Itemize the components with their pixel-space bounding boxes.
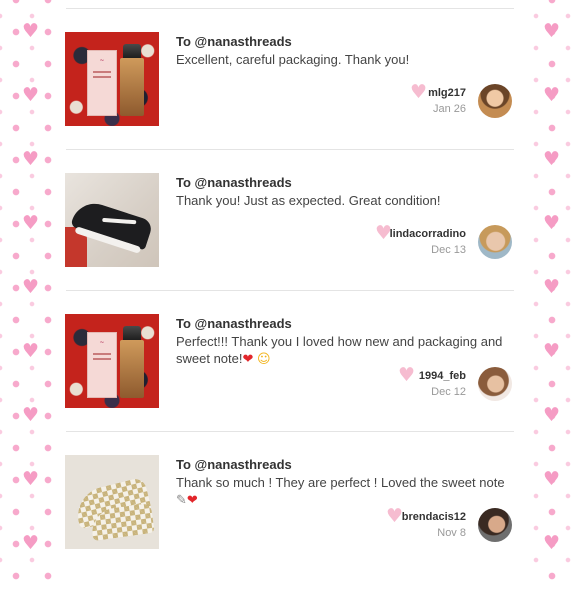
avatar[interactable] xyxy=(478,367,512,401)
reviews-panel: ~ To @nanasthreads Excellent, careful pa… xyxy=(52,0,528,580)
heart-icon[interactable]: ♥ xyxy=(410,83,427,102)
review-recipient: To @nanasthreads xyxy=(176,175,292,190)
red-heart-emoji-icon: ❤ xyxy=(242,352,254,367)
listing-thumbnail[interactable]: ~ xyxy=(65,314,159,408)
divider xyxy=(66,290,514,291)
listing-thumbnail[interactable]: ~ xyxy=(65,32,159,126)
makeup-box: ~ xyxy=(87,50,117,116)
heart-decoration-icon: ♥ xyxy=(22,340,40,362)
heart-decoration-icon: ♥ xyxy=(543,148,561,170)
review-date: Dec 13 xyxy=(431,244,466,256)
review-recipient: To @nanasthreads xyxy=(176,316,292,331)
review-card: To @nanasthreads Thank so much ! They ar… xyxy=(52,455,528,595)
heart-decoration-icon: ♥ xyxy=(22,404,40,426)
heart-decoration-icon: ♥ xyxy=(22,468,40,490)
brand-mark: ~ xyxy=(99,339,105,346)
foundation-bottle xyxy=(120,44,144,116)
divider xyxy=(66,431,514,432)
avatar[interactable] xyxy=(478,84,512,118)
foundation-bottle xyxy=(120,326,144,398)
review-message: Thank so much ! They are perfect ! Loved… xyxy=(176,475,505,508)
review-recipient: To @nanasthreads xyxy=(176,457,292,472)
reviewer-username[interactable]: 1994_feb xyxy=(419,370,466,382)
review-date: Nov 8 xyxy=(437,527,466,539)
right-pattern-border: ♥ ♥ ♥ ♥ ♥ ♥ ♥ ♥ ♥ xyxy=(528,0,580,580)
reviewer-username[interactable]: mlg217 xyxy=(428,87,466,99)
heart-decoration-icon: ♥ xyxy=(543,84,561,106)
brand-mark: ~ xyxy=(99,57,105,64)
review-recipient: To @nanasthreads xyxy=(176,34,292,49)
heart-decoration-icon: ♥ xyxy=(543,532,561,554)
heart-icon[interactable]: ♥ xyxy=(398,366,415,385)
listing-thumbnail[interactable] xyxy=(65,455,159,549)
reviewer-username[interactable]: lindacorradino xyxy=(390,228,466,240)
review-message: Excellent, careful packaging. Thank you! xyxy=(176,52,410,67)
review-date: Jan 26 xyxy=(432,103,466,115)
review-message: Perfect!!! Thank you I loved how new and… xyxy=(176,334,503,367)
divider xyxy=(66,8,514,9)
heart-decoration-icon: ♥ xyxy=(543,20,561,42)
heart-decoration-icon: ♥ xyxy=(22,148,40,170)
reviewer-username[interactable]: brendacis12 xyxy=(402,511,466,523)
heart-decoration-icon: ♥ xyxy=(22,84,40,106)
review-date: Dec 12 xyxy=(431,386,466,398)
heart-decoration-icon: ♥ xyxy=(543,340,561,362)
heart-decoration-icon: ♥ xyxy=(22,20,40,42)
review-message: Thank you! Just as expected. Great condi… xyxy=(176,193,441,208)
divider xyxy=(66,149,514,150)
heart-decoration-icon: ♥ xyxy=(543,468,561,490)
review-card: To @nanasthreads Thank you! Just as expe… xyxy=(52,173,528,313)
makeup-box: ~ xyxy=(87,332,117,398)
heart-icon[interactable]: ♥ xyxy=(386,507,403,526)
review-card: ~ To @nanasthreads Perfect!!! Thank you … xyxy=(52,314,528,454)
heart-decoration-icon: ♥ xyxy=(22,212,40,234)
avatar[interactable] xyxy=(478,508,512,542)
heart-decoration-icon: ♥ xyxy=(543,212,561,234)
heart-decoration-icon: ♥ xyxy=(22,276,40,298)
review-card: ~ To @nanasthreads Excellent, careful pa… xyxy=(52,32,528,172)
listing-thumbnail[interactable] xyxy=(65,173,159,267)
red-heart-emoji-icon: ❤ xyxy=(186,493,198,508)
left-pattern-border: ♥ ♥ ♥ ♥ ♥ ♥ ♥ ♥ ♥ xyxy=(0,0,52,580)
heart-eyes-emoji-icon: ☺ xyxy=(257,352,271,367)
heart-decoration-icon: ♥ xyxy=(543,276,561,298)
heart-decoration-icon: ♥ xyxy=(22,532,40,554)
avatar[interactable] xyxy=(478,225,512,259)
memo-emoji-icon: ✎ xyxy=(176,493,187,508)
heart-decoration-icon: ♥ xyxy=(543,404,561,426)
